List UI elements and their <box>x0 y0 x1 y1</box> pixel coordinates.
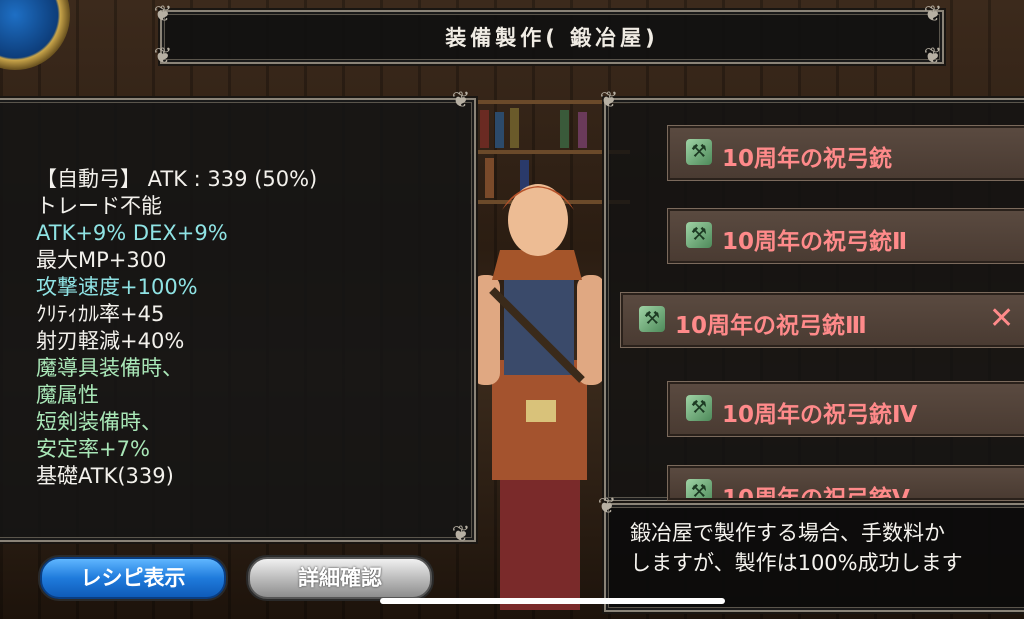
stat-line: 基礎ATK(339) <box>36 464 174 488</box>
recipe-label: 10周年の祝弓銃Ⅴ <box>722 486 910 500</box>
book <box>560 110 569 148</box>
home-indicator[interactable] <box>380 598 725 604</box>
book <box>578 112 587 148</box>
recipe-label: 10周年の祝弓銃Ⅳ <box>722 402 918 428</box>
show-recipe-button[interactable]: レシピ表示 <box>40 557 226 599</box>
close-icon[interactable]: ✕ <box>989 301 1014 336</box>
title-bar: 装備製作( 鍛冶屋) <box>160 10 944 64</box>
message-line: 鍛冶屋で製作する場合、手数料か <box>630 521 945 545</box>
recipe-label: 10周年の祝弓銃Ⅲ <box>675 313 867 339</box>
ornament-icon: ❦ <box>153 2 173 27</box>
ornament-icon: ❦ <box>599 88 619 113</box>
stat-line: トレード不能 <box>36 194 162 218</box>
ornament-icon: ❦ <box>597 494 617 519</box>
recipe-item-selected[interactable]: ⚒ 10周年の祝弓銃Ⅲ ✕ <box>621 293 1024 347</box>
recipe-item[interactable]: ⚒ 10周年の祝弓銃Ⅱ <box>668 209 1024 263</box>
stat-line: 最大MP+300 <box>36 248 167 272</box>
character-buckle <box>526 400 556 422</box>
character-avatar <box>472 184 605 610</box>
stat-line: ｸﾘﾃｨｶﾙ率+45 <box>36 302 165 326</box>
bow-gun-icon: ⚒ <box>686 395 712 421</box>
stat-line: 魔導具装備時、 <box>36 356 183 380</box>
ornament-icon: ❦ <box>451 88 471 113</box>
recipe-item[interactable]: ⚒ 10周年の祝弓銃 <box>668 126 1024 180</box>
item-stats-panel: 【自動弓】 ATK : 339 (50%) トレード不能 ATK+9% DEX+… <box>0 98 476 542</box>
weapon-stat-line: 【自動弓】 ATK : 339 (50%) <box>36 167 318 191</box>
recipe-item[interactable]: ⚒ 10周年の祝弓銃Ⅴ <box>668 466 1024 500</box>
ornament-icon: ❦ <box>923 44 943 69</box>
page-title: 装備製作( 鍛冶屋) <box>445 26 659 50</box>
book <box>495 112 504 148</box>
bow-gun-icon: ⚒ <box>686 222 712 248</box>
message-line: しますが、製作は100%成功します <box>630 551 963 575</box>
ornament-icon: ❦ <box>451 522 471 547</box>
stat-line: 短剣装備時、 <box>36 410 162 434</box>
bow-gun-icon: ⚒ <box>686 479 712 498</box>
recipe-label: 10周年の祝弓銃Ⅱ <box>722 229 908 255</box>
book <box>510 108 519 148</box>
stat-line: 射刃軽減+40% <box>36 329 185 353</box>
bow-gun-icon: ⚒ <box>639 306 665 332</box>
bow-gun-icon: ⚒ <box>686 139 712 165</box>
character-legs <box>500 470 580 610</box>
message-box: 鍛冶屋で製作する場合、手数料か しますが、製作は100%成功します <box>604 503 1024 612</box>
stat-line: 魔属性 <box>36 383 99 407</box>
recipe-item[interactable]: ⚒ 10周年の祝弓銃Ⅳ <box>668 382 1024 436</box>
ornament-icon: ❦ <box>153 44 173 69</box>
stat-line: ATK+9% DEX+9% <box>36 221 228 245</box>
ornament-icon: ❦ <box>923 2 943 27</box>
book <box>480 110 489 148</box>
stat-line: 安定率+7% <box>36 437 150 461</box>
detail-check-button[interactable]: 詳細確認 <box>248 557 432 599</box>
character-arm <box>577 275 605 385</box>
recipe-label: 10周年の祝弓銃 <box>722 146 893 172</box>
stat-line: 攻撃速度+100% <box>36 275 198 299</box>
